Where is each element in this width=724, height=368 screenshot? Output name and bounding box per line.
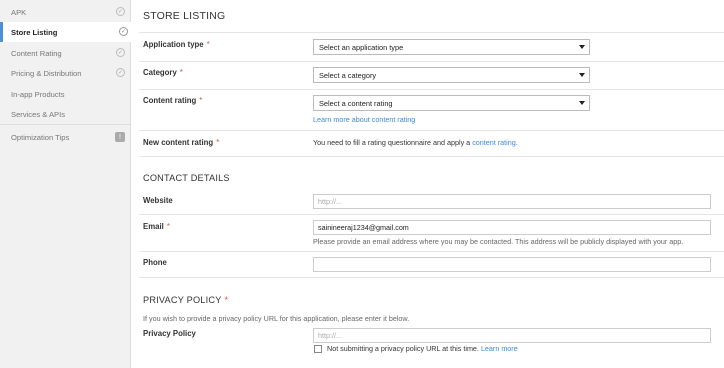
phone-input[interactable] [313, 257, 711, 272]
privacy-policy-label: Privacy Policy [143, 329, 196, 338]
content-rating-label-text: Content rating [143, 96, 197, 105]
email-help-text: Please provide an email address where yo… [313, 237, 684, 246]
sidebar-item-label: Store Listing [11, 27, 58, 37]
alert-badge-icon: ! [115, 132, 125, 142]
no-privacy-policy-text: Not submitting a privacy policy URL at t… [327, 344, 479, 353]
divider [139, 214, 724, 215]
category-value: Select a category [319, 70, 377, 80]
sidebar-item-apk[interactable]: APK ✓ [0, 2, 130, 22]
sidebar-item-label: APK [11, 7, 27, 17]
sidebar-item-optimization-tips[interactable]: Optimization Tips [0, 127, 130, 147]
check-circle-icon: ✓ [116, 48, 125, 57]
page-title: STORE LISTING [143, 10, 226, 22]
new-content-rating-label-text: New content rating [143, 138, 214, 147]
sidebar-item-label: Content Rating [11, 48, 62, 58]
no-privacy-policy-label: Not submitting a privacy policy URL at t… [327, 344, 518, 353]
divider [139, 130, 724, 131]
sidebar-item-content-rating[interactable]: Content Rating ✓ [0, 43, 130, 63]
new-content-rating-label: New content rating * [143, 138, 219, 147]
required-marker: * [199, 96, 203, 105]
learn-more-content-rating-link[interactable]: Learn more about content rating [313, 115, 415, 124]
required-marker: * [166, 222, 170, 231]
new-content-rating-text: You need to fill a rating questionnaire … [313, 138, 471, 147]
sidebar-item-label: Services & APIs [11, 109, 66, 119]
content-rating-label: Content rating * [143, 96, 202, 105]
sidebar-item-services-apis[interactable]: Services & APIs [0, 104, 130, 124]
contact-details-heading: CONTACT DETAILS [143, 173, 230, 183]
privacy-policy-heading: PRIVACY POLICY * [143, 295, 228, 305]
sidebar-item-label: Pricing & Distribution [11, 68, 82, 78]
main-content: STORE LISTING Application type * Select a… [131, 0, 724, 368]
divider [139, 277, 724, 278]
application-type-select[interactable]: Select an application type [313, 39, 590, 55]
check-circle-icon: ✓ [119, 27, 128, 36]
divider [139, 251, 724, 252]
sidebar-item-store-listing[interactable]: Store Listing ✓ [0, 22, 131, 42]
privacy-policy-input[interactable]: http://... [313, 328, 711, 343]
no-privacy-policy-checkbox[interactable] [314, 345, 322, 353]
sidebar-item-label: Optimization Tips [11, 132, 70, 142]
required-marker: * [224, 295, 229, 305]
sidebar-item-label: In-app Products [11, 89, 65, 99]
application-type-label: Application type * [143, 40, 210, 49]
content-rating-value: Select a content rating [319, 98, 393, 108]
email-label-text: Email [143, 222, 164, 231]
category-label: Category * [143, 68, 183, 77]
new-content-rating-message: You need to fill a rating questionnaire … [313, 138, 518, 147]
required-marker: * [206, 40, 210, 49]
content-rating-select[interactable]: Select a content rating [313, 95, 590, 111]
application-type-label-text: Application type [143, 40, 204, 49]
website-label: Website [143, 196, 173, 205]
required-marker: * [179, 68, 183, 77]
phone-label: Phone [143, 258, 167, 267]
sidebar-item-in-app-products[interactable]: In-app Products [0, 84, 130, 104]
email-label: Email * [143, 222, 170, 231]
divider [139, 61, 724, 62]
learn-more-link[interactable]: Learn more [481, 344, 518, 353]
sidebar: APK ✓ Store Listing ✓ Content Rating ✓ P… [0, 0, 131, 368]
website-input[interactable]: http://... [313, 194, 711, 209]
email-input[interactable]: saininеeraj1234@gmail.com [313, 220, 711, 235]
application-type-value: Select an application type [319, 42, 404, 52]
privacy-policy-description: If you wish to provide a privacy policy … [143, 314, 410, 323]
divider [139, 32, 724, 33]
category-label-text: Category [143, 68, 177, 77]
caret-down-icon [579, 73, 585, 77]
divider [139, 156, 724, 157]
sidebar-divider [0, 124, 130, 125]
check-circle-icon: ✓ [116, 68, 125, 77]
sidebar-item-pricing-distribution[interactable]: Pricing & Distribution ✓ [0, 63, 130, 83]
required-marker: * [216, 138, 220, 147]
category-select[interactable]: Select a category [313, 67, 590, 83]
caret-down-icon [579, 45, 585, 49]
privacy-policy-heading-text: PRIVACY POLICY [143, 295, 222, 305]
content-rating-link[interactable]: content rating. [472, 138, 518, 147]
divider [139, 89, 724, 90]
check-circle-icon: ✓ [116, 7, 125, 16]
caret-down-icon [579, 101, 585, 105]
